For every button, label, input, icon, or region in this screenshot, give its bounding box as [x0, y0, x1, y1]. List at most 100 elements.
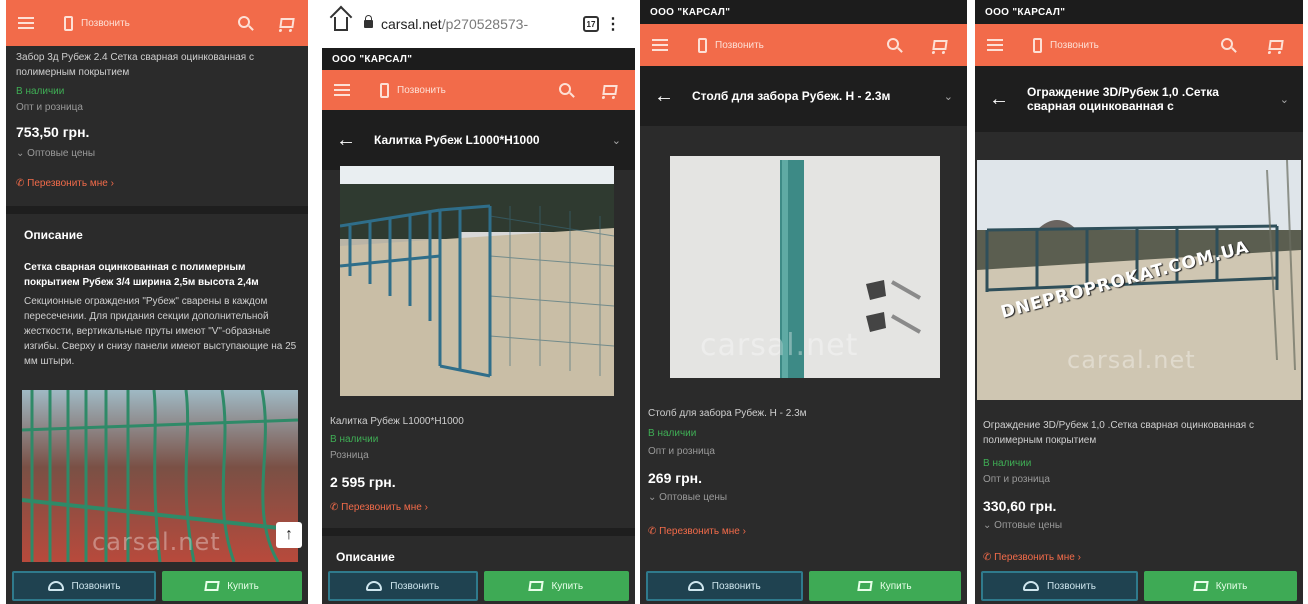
bottom-actions: Позвонить Купить [322, 568, 635, 604]
description-divider [6, 206, 308, 214]
phone-small-icon: ✆ [16, 178, 28, 189]
chevron-right-icon: › [739, 526, 746, 537]
wholesale-toggle[interactable]: ⌄ Оптовые цены [16, 146, 95, 161]
call-button[interactable]: Позвонить [981, 571, 1138, 601]
buy-button[interactable]: Купить [162, 571, 302, 601]
cart-icon[interactable] [279, 18, 295, 28]
arrow-up-icon: ↑ [285, 526, 293, 543]
call-button[interactable]: Позвонить [328, 571, 478, 601]
callback-link[interactable]: ✆ Перезвонить мне › [330, 502, 428, 513]
callback-label: Перезвонить мне [659, 526, 740, 537]
url-domain: carsal.net [381, 16, 442, 32]
buy-button[interactable]: Купить [483, 571, 629, 601]
phone-icon[interactable] [1033, 37, 1042, 53]
screen-4: ООО "КАРСАЛ" Позвонить ← Ограждение 3D/Р… [975, 0, 1303, 604]
header-bar: Позвонить [322, 70, 635, 110]
more-options-icon[interactable]: ⋮ [605, 14, 621, 34]
header-call-label[interactable]: Позвонить [715, 40, 764, 51]
callback-link[interactable]: ✆ Перезвонить мне › [648, 526, 746, 537]
buy-button-label: Купить [227, 580, 259, 592]
wholesale-label: Оптовые цены [994, 520, 1063, 531]
header-bar: Позвонить [975, 24, 1303, 66]
chevron-down-icon: ⌄ [983, 520, 995, 531]
description-divider [322, 528, 635, 536]
buy-button-label: Купить [551, 580, 584, 592]
phone-icon[interactable] [698, 37, 707, 53]
callback-link[interactable]: ✆ Перезвонить мне › [983, 552, 1081, 563]
cart-icon[interactable] [932, 40, 948, 50]
buy-button[interactable]: Купить [1144, 571, 1297, 601]
cart-small-icon [1192, 581, 1209, 591]
product-title: Столб для забора Рубеж. H - 2.3м [648, 408, 807, 419]
back-arrow-icon[interactable]: ← [336, 129, 362, 152]
call-button[interactable]: Позвонить [12, 571, 156, 601]
search-icon[interactable] [238, 16, 250, 28]
menu-icon[interactable] [652, 39, 668, 51]
search-icon[interactable] [559, 83, 571, 95]
back-arrow-icon[interactable]: ← [654, 85, 680, 108]
header-title: Калитка Рубеж L1000*H1000 [374, 133, 540, 147]
menu-icon[interactable] [334, 84, 350, 96]
phone-icon[interactable] [380, 82, 389, 98]
url-path: /p270528573- [441, 16, 529, 32]
cart-icon[interactable] [602, 85, 618, 95]
header-call-label[interactable]: Позвонить [397, 85, 446, 96]
call-button[interactable]: Позвонить [646, 571, 803, 601]
header-call-label[interactable]: Позвонить [1050, 40, 1099, 51]
chevron-down-icon: ⌄ [648, 492, 660, 503]
cart-icon[interactable] [1268, 40, 1284, 50]
screen-3: ООО "КАРСАЛ" Позвонить ← Столб для забор… [640, 0, 967, 604]
cart-small-icon [857, 581, 873, 591]
screen-1: Позвонить Забор 3д Рубеж 2.4 Сетка сварн… [6, 0, 308, 604]
call-button-label: Позвонить [390, 580, 440, 592]
wholesale-toggle[interactable]: ⌄ Оптовые цены [648, 490, 727, 505]
header-bar: Позвонить [640, 24, 967, 66]
tabs-icon[interactable]: 17 [583, 16, 599, 32]
chevron-right-icon: › [421, 502, 428, 513]
search-icon[interactable] [1221, 38, 1233, 50]
phone-handset-icon [366, 581, 383, 591]
price: 753,50 грн. [16, 124, 90, 140]
chevron-down-icon[interactable]: ⌄ [944, 90, 953, 103]
call-button-label: Позвонить [711, 580, 761, 592]
gate-photo [340, 166, 614, 396]
browser-address-bar: carsal.net/p270528573- 17 ⋮ [322, 0, 635, 48]
header-bar: Позвонить [6, 0, 308, 46]
menu-icon[interactable] [987, 39, 1003, 51]
sale-type: Опт и розница [648, 446, 715, 457]
product-title: Ограждение 3D/Рубеж 1,0 .Сетка сварная о… [983, 420, 1254, 446]
callback-link[interactable]: ✆ Перезвонить мне › [16, 178, 114, 189]
bottom-actions: Позвонить Купить [975, 568, 1303, 604]
buy-button-label: Купить [879, 580, 912, 592]
product-title-bar: ← Калитка Рубеж L1000*H1000 ⌄ [322, 110, 635, 170]
gate-image [340, 166, 614, 396]
sale-type: Опт и розница [16, 102, 83, 113]
menu-icon[interactable] [18, 17, 34, 29]
home-icon[interactable] [334, 17, 348, 31]
call-button-label: Позвонить [1047, 580, 1096, 592]
search-icon[interactable] [887, 38, 899, 50]
wholesale-toggle[interactable]: ⌄ Оптовые цены [983, 518, 1062, 533]
url-field[interactable]: carsal.net/p270528573- [381, 16, 528, 32]
chevron-down-icon[interactable]: ⌄ [1280, 93, 1289, 106]
availability: В наличии [648, 428, 697, 439]
photo-watermark: carsal.net [1067, 346, 1196, 374]
phone-small-icon: ✆ [983, 552, 995, 563]
scroll-top-button[interactable]: ↑ [276, 522, 302, 548]
chevron-down-icon[interactable]: ⌄ [612, 134, 621, 147]
back-arrow-icon[interactable]: ← [989, 88, 1015, 111]
price: 330,60 грн. [983, 498, 1057, 514]
chevron-right-icon: › [1074, 552, 1081, 563]
buy-button[interactable]: Купить [808, 571, 961, 601]
fence-panel-photo: carsal.net [22, 390, 298, 562]
header-title: Столб для забора Рубеж. H - 2.3м [692, 89, 891, 103]
phone-icon[interactable] [64, 15, 73, 31]
description-heading: Описание [336, 550, 395, 564]
availability: В наличии [330, 434, 379, 445]
header-call-label[interactable]: Позвонить [81, 18, 130, 29]
phone-handset-icon [687, 581, 704, 591]
cart-small-icon [204, 581, 220, 591]
price: 269 грн. [648, 470, 702, 486]
phone-small-icon: ✆ [330, 502, 342, 513]
tab-count: 17 [586, 19, 596, 29]
